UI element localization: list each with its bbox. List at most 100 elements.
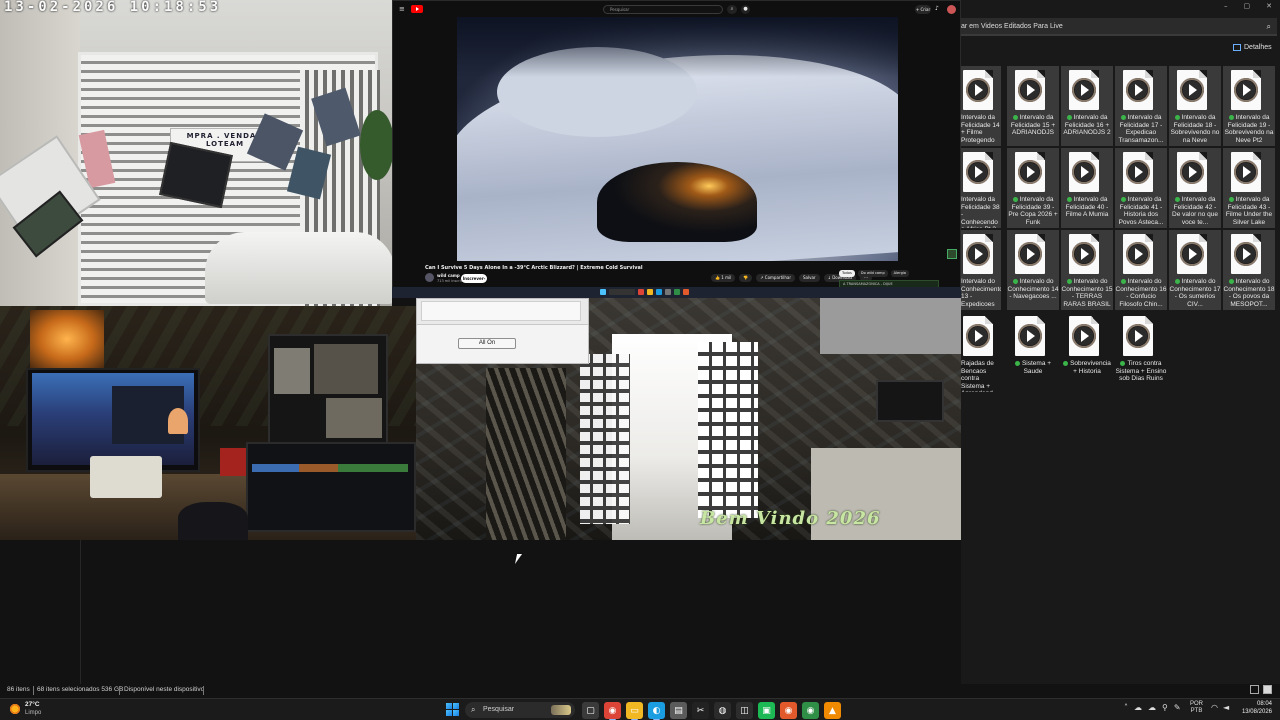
obs-icon[interactable]: ◍ [714,702,731,719]
mic-icon[interactable]: ● [741,5,750,14]
explorer-search-input[interactable]: ar em Videos Editados Para Live ⌕ [961,18,1277,36]
file-tile[interactable]: Intervalo da Felicidade 41 - Historia do… [1115,148,1167,228]
filter-chip-related[interactable]: Alergia [890,270,909,277]
youtube-window[interactable]: ≡ Pesquisar ⌕ ● + Criar ♪ Can I Survive … [392,0,961,298]
file-tile[interactable]: Intervalo do Conhecimento 18 - Os povos … [1223,230,1275,310]
channel-name[interactable]: wild camp [437,273,460,278]
wifi-icon: ◠ [1211,703,1218,712]
windows-start-icon[interactable] [446,703,459,716]
search-icon[interactable]: ⌕ [1267,18,1271,36]
taskbar: 27°C Limpo ⌕ Pesquisar ▢ ◉ ▭ ◐ ▤ ✂ ◍ ◫ ▣ ◉ ◉ ▲ ˄ ☁ … [0,698,1280,720]
file-tile[interactable]: Intervalo da Felicidade 40 - Filme A Mum… [1061,148,1113,228]
create-button[interactable]: + Criar [915,5,931,14]
file-tile[interactable]: Intervalo do Conhecimento 15 - TERRAS RA… [1061,230,1113,310]
like-button[interactable]: 👍 1 mil [711,274,736,282]
edge-icon[interactable]: ◐ [648,702,665,720]
minimize-icon[interactable]: – [1224,2,1228,10]
video-file-thumbnail [1231,70,1261,110]
search-icon[interactable]: ⌕ [727,5,737,14]
file-tile[interactable]: Sistema + Saude [1007,312,1059,392]
save-button[interactable]: Salvar [799,274,820,282]
chrome-profile-icon[interactable]: ◉ [780,702,797,719]
file-name: Intervalo do Conhecimento 14 - Navegacoe… [1007,278,1059,310]
file-name: Intervalo da Felicidade 39 - Pre Copa 20… [1007,196,1059,228]
share-button[interactable]: ↗ Compartilhar [756,274,795,282]
weather-description[interactable]: Limpo [25,710,41,716]
filter-chip-all[interactable]: Todos [839,270,855,277]
capcut-icon[interactable]: ✂ [692,702,709,719]
details-button[interactable]: Detalhes [1233,44,1272,51]
file-tile[interactable]: Intervalo da Felicidade 15 + ADRIANODJS [1007,66,1059,146]
miniplayer-icon[interactable] [947,249,957,259]
all-on-button[interactable]: All On [458,338,516,349]
sync-status-icon [1120,114,1126,120]
play-icon [1126,160,1150,184]
video-file-thumbnail [1123,316,1153,356]
quick-settings[interactable]: ◠ ◄ [1211,703,1229,712]
file-explorer-window[interactable]: – ▢ ✕ ar em Videos Editados Para Live ⌕ … [961,0,1280,698]
play-icon [1126,324,1150,348]
file-tile[interactable]: Intervalo da Felicidade 14 + Filme Prote… [961,66,1001,146]
list-view-icon[interactable] [1250,685,1259,694]
file-tile[interactable]: Tiros contra Sistema + Ensino sob Dias R… [1115,312,1167,392]
play-icon [1018,160,1042,184]
file-tile[interactable]: Intervalo da Felicidade 38 - Conhecendo … [961,148,1001,228]
subscribe-button[interactable]: Inscrever-se [461,274,487,290]
night-sky [457,17,898,77]
app-icon [674,289,680,295]
file-name: Intervalo da Felicidade 41 - Historia do… [1115,196,1167,228]
page-corner [1091,70,1099,78]
green-app-icon[interactable]: ▣ [758,702,775,719]
usb-icon[interactable]: ⚲ [1162,703,1168,712]
video-file-thumbnail [963,152,993,192]
file-tile[interactable]: Sobrevivencia + Historia [1061,312,1113,392]
file-tile[interactable]: Intervalo do Conhecimento 13 - Expedicoe… [961,230,1001,310]
file-tile[interactable]: Intervalo da Felicidade 39 - Pre Copa 20… [1007,148,1059,228]
camera-app-icon[interactable]: ◫ [736,702,753,719]
store-icon[interactable]: ▤ [670,702,687,719]
file-tile[interactable]: Intervalo do Conhecimento 16 - Confucio … [1115,230,1167,310]
close-icon[interactable]: ✕ [1266,2,1272,10]
file-tile[interactable]: Intervalo do Conhecimento 14 - Navegacoe… [1007,230,1059,310]
weather-sun-icon[interactable] [9,703,21,715]
filter-chip-channel[interactable]: Do wild camp [857,270,888,277]
file-tile[interactable]: Intervalo da Felicidade 16 + ADRIANODJS … [1061,66,1113,146]
task-view-icon[interactable]: ▢ [582,702,599,719]
cloud-icon[interactable]: ☁ [1134,703,1142,712]
file-tile[interactable]: Intervalo da Felicidade 42 - De valor no… [1169,148,1221,228]
green-app-icon-glyph: ▣ [762,705,771,716]
taskbar-search-input[interactable]: ⌕ Pesquisar [465,702,575,718]
right-monitor-panel [274,348,310,394]
clock[interactable]: 08:04 13/08/2026 [1242,701,1272,716]
file-explorer-icon[interactable]: ▭ [626,702,643,720]
bell-icon[interactable]: ♪ [935,5,943,14]
file-name-text: Intervalo da Felicidade 38 - Conhecendo … [961,196,1000,228]
file-tile[interactable]: Intervalo da Felicidade 18 - Sobrevivend… [1169,66,1221,146]
youtube-search-input[interactable]: Pesquisar [603,5,723,14]
chevron-up-icon[interactable]: ˄ [1124,703,1128,712]
video-file-thumbnail [963,234,993,274]
avatar[interactable] [947,5,956,14]
file-tile[interactable]: Intervalo da Felicidade 17 - Expedicao T… [1115,66,1167,146]
menu-icon[interactable]: ≡ [399,1,405,17]
onedrive-icon[interactable]: ☁ [1148,703,1156,712]
app-icon [665,289,671,295]
chrome-icon[interactable]: ◉ [604,702,621,720]
pen-icon[interactable]: ✎ [1174,703,1181,712]
file-name-text: Sobrevivencia + Historia [1070,360,1111,375]
file-tile[interactable]: Rajadas de Bencaos contra Sistema + Apre… [961,312,1001,392]
file-tile[interactable]: Intervalo da Felicidade 43 - Filme Under… [1223,148,1275,228]
maximize-icon[interactable]: ▢ [1244,2,1251,10]
tiles-view-icon[interactable] [1263,685,1272,694]
vlc-icon[interactable]: ▲ [824,702,841,719]
file-tile[interactable]: Intervalo do Conhecimento 17 - Os sumeri… [1169,230,1221,310]
language-indicator[interactable]: POR PTB [1190,701,1203,715]
youtube-logo-icon[interactable] [410,5,423,13]
channel-avatar[interactable] [425,273,434,282]
weather-temperature[interactable]: 27°C [25,701,40,708]
dislike-button[interactable]: 👎 [739,274,753,282]
file-tile[interactable]: Intervalo da Felicidade 19 - Sobrevivend… [1223,66,1275,146]
video-player[interactable] [457,17,898,261]
language-code: POR [1190,701,1204,707]
chrome-beta-icon[interactable]: ◉ [802,702,819,719]
